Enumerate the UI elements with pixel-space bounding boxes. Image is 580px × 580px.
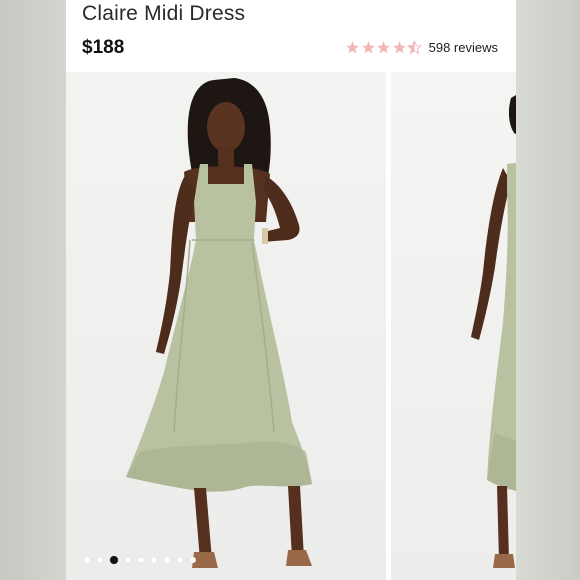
carousel-dot[interactable] <box>97 557 103 563</box>
star-icon <box>377 41 390 54</box>
product-image-gallery[interactable] <box>66 72 516 580</box>
star-icon <box>361 41 375 54</box>
rating-summary[interactable]: 598 reviews <box>345 40 498 55</box>
half-star-icon <box>407 40 423 55</box>
carousel-dot[interactable] <box>164 557 170 563</box>
star-rating <box>345 40 423 55</box>
carousel-dot[interactable] <box>177 557 183 563</box>
carousel-dot[interactable] <box>110 556 118 564</box>
carousel-dot[interactable] <box>151 557 157 563</box>
blurred-background-right <box>516 0 580 580</box>
blurred-background-left <box>0 0 66 580</box>
carousel-dot[interactable] <box>125 557 131 563</box>
star-icon <box>346 41 359 54</box>
product-photo-front[interactable] <box>66 72 386 580</box>
model-front-illustration <box>126 78 312 568</box>
carousel-dot[interactable] <box>138 557 144 563</box>
carousel-dot[interactable] <box>84 557 90 563</box>
carousel-indicators <box>84 556 203 564</box>
star-icon <box>392 41 406 54</box>
product-price: $188 <box>82 37 125 58</box>
product-card: Claire Midi Dress $188 598 reviews <box>66 0 516 580</box>
product-photo-side[interactable] <box>391 72 516 580</box>
review-count[interactable]: 598 reviews <box>429 40 498 55</box>
model-side-illustration <box>471 95 516 568</box>
product-title: Claire Midi Dress <box>82 2 246 25</box>
carousel-dot[interactable] <box>190 557 196 563</box>
